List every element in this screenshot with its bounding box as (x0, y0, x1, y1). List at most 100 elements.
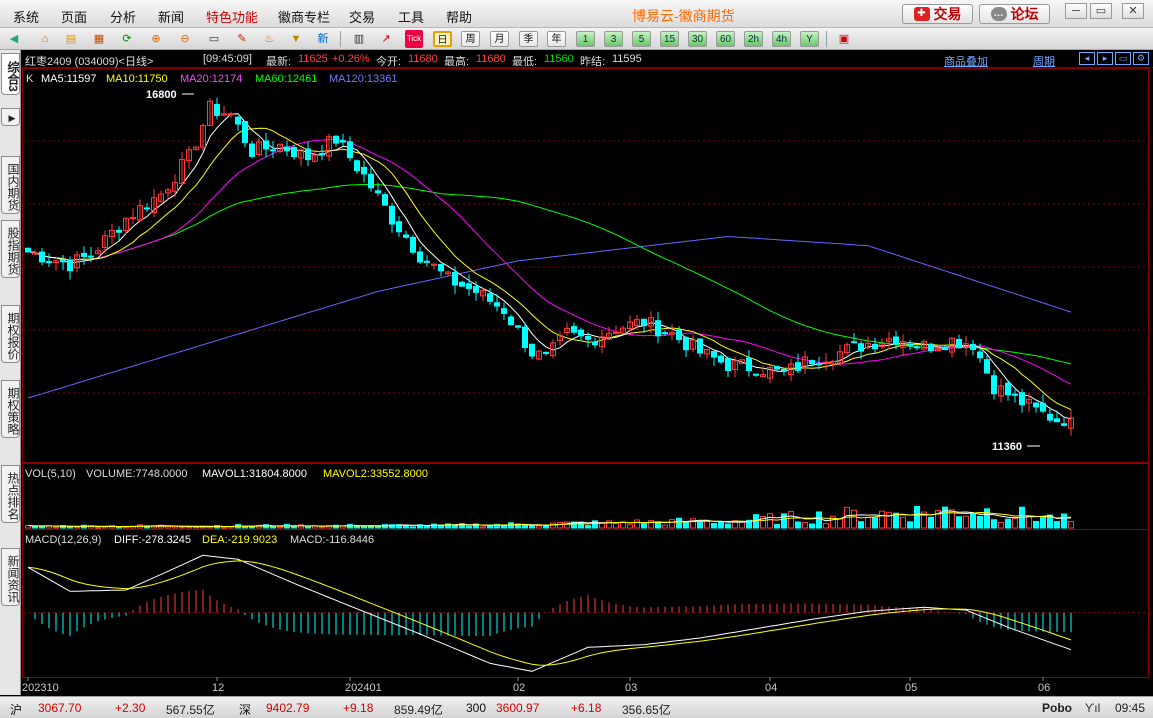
minimize-button[interactable]: ─ (1065, 3, 1087, 19)
volume-bar (536, 525, 542, 529)
close-button[interactable]: ✕ (1122, 3, 1144, 19)
menu-news[interactable]: 新闻 (158, 7, 184, 26)
volume-bar (116, 526, 122, 529)
candle-down (928, 343, 934, 351)
candle-down (291, 146, 297, 158)
scroll-right-icon[interactable]: ▸ (1097, 52, 1113, 65)
period-60min-button[interactable]: 60 (716, 31, 735, 47)
funnel-icon[interactable]: ▼ (287, 30, 305, 48)
period-week-button[interactable]: 周 (461, 31, 480, 47)
volume-bar (872, 517, 878, 529)
candle-down (340, 140, 346, 143)
period-15min-button[interactable]: 15 (660, 31, 679, 47)
settings-icon[interactable]: ⚙ (1133, 52, 1149, 65)
candle-down (515, 325, 521, 328)
candle-down (641, 318, 647, 327)
volume-bar (95, 526, 101, 529)
candle-down (459, 281, 465, 287)
sh-index-value: 3067.70 (38, 701, 82, 715)
volume-bar (1061, 513, 1067, 529)
sh-index-label: 沪 (10, 703, 23, 717)
tab-news-info[interactable]: 新闻资讯 (1, 548, 20, 606)
draw-line-icon[interactable]: ▭ (205, 30, 223, 48)
chart-line-icon[interactable]: ↗ (377, 30, 395, 48)
volume-bar (963, 515, 969, 529)
candle-down (1040, 402, 1046, 412)
zoom-out-icon[interactable]: ⊖ (176, 30, 194, 48)
high-price: 11680 (476, 53, 506, 65)
collapse-arrow-icon[interactable]: ▶ (1, 108, 20, 126)
volume-bar (291, 526, 297, 529)
candle-down (858, 343, 864, 352)
sz-index-change: +9.18 (343, 701, 374, 715)
expand-icon[interactable]: ▭ (1115, 52, 1131, 65)
menu-special-features[interactable]: 特色功能 (206, 7, 258, 26)
period-custom-button[interactable]: Y (800, 31, 819, 47)
bell-icon[interactable]: ♨ (260, 30, 278, 48)
tab-option-quotes[interactable]: 期权报价 (1, 305, 20, 363)
trade-button[interactable]: ✚ 交易 (902, 4, 973, 24)
volume-bar (424, 525, 430, 529)
back-arrow-icon[interactable]: ◀ (5, 30, 23, 48)
zoom-in-icon[interactable]: ⊕ (147, 30, 165, 48)
volume-bar (683, 521, 689, 529)
period-month-button[interactable]: 月 (490, 31, 509, 47)
quote-header: 红枣2409 (034009)<日线> [09:45:09] 最新: 11625… (22, 50, 1153, 68)
volume-bar (1054, 521, 1060, 529)
period-5min-button[interactable]: 5 (632, 31, 651, 47)
candle-down (81, 252, 87, 257)
overlay-commodity-link[interactable]: 商品叠加 (944, 53, 988, 69)
candle-down (417, 251, 423, 263)
period-link[interactable]: 周期 (1033, 53, 1055, 69)
menu-help[interactable]: 帮助 (446, 7, 472, 26)
volume-bar (613, 522, 619, 529)
pencil-icon[interactable]: ✎ (233, 30, 251, 48)
period-day-button[interactable]: 日 (433, 31, 452, 47)
period-2h-button[interactable]: 2h (744, 31, 763, 47)
ma120-path (27, 235, 1072, 399)
kline-chart[interactable]: 202310 12 202401 02 03 04 05 06 16800 11360 VOL… (22, 68, 1153, 695)
tab-hot-ranking[interactable]: 热点排名 (1, 465, 20, 523)
volume-bar (718, 521, 724, 529)
new-icon[interactable]: 新 (314, 30, 332, 48)
tick-button[interactable]: Tick (405, 30, 423, 48)
period-4h-button[interactable]: 4h (772, 31, 791, 47)
stack-icon[interactable]: ▤ (62, 30, 80, 48)
volume-bar (277, 526, 283, 529)
candle-down (655, 320, 661, 337)
tab-index-futures[interactable]: 股指期货 (1, 220, 20, 278)
volume-bars (25, 505, 1074, 529)
candle-down (1054, 418, 1060, 423)
volume-bar (67, 526, 73, 529)
menu-tools[interactable]: 工具 (398, 7, 424, 26)
toolbar-separator (340, 31, 341, 47)
menu-trade[interactable]: 交易 (349, 7, 375, 26)
candle-down (522, 326, 528, 349)
volume-bar (592, 520, 598, 529)
refresh-icon[interactable]: ⟳ (118, 30, 136, 48)
table-icon[interactable]: ▥ (350, 30, 368, 48)
tab-domestic-futures[interactable]: 国内期货 (1, 156, 20, 214)
period-3min-button[interactable]: 3 (604, 31, 623, 47)
tab-composite[interactable]: 综合3 (1, 53, 20, 95)
tab-option-strategy[interactable]: 期权策略 (1, 380, 20, 438)
menu-huishang-column[interactable]: 徽商专栏 (278, 7, 330, 26)
home-icon[interactable]: ⌂ (36, 30, 54, 48)
volume-bar (1026, 516, 1032, 529)
menu-analysis[interactable]: 分析 (110, 7, 136, 26)
layout-icon[interactable]: ▣ (835, 30, 853, 48)
period-1min-button[interactable]: 1 (576, 31, 595, 47)
forum-button[interactable]: … 论坛 (979, 4, 1050, 24)
scroll-left-icon[interactable]: ◂ (1079, 52, 1095, 65)
list-icon[interactable]: ▦ (90, 30, 108, 48)
diff-line (27, 554, 1072, 672)
maximize-button[interactable]: ▭ (1090, 3, 1112, 19)
period-quarter-button[interactable]: 季 (519, 31, 538, 47)
sz-index-amount: 859.49亿 (394, 703, 443, 717)
candle-down (354, 160, 360, 172)
menu-page[interactable]: 页面 (61, 7, 87, 26)
period-30min-button[interactable]: 30 (688, 31, 707, 47)
period-year-button[interactable]: 年 (547, 31, 566, 47)
menu-system[interactable]: 系统 (13, 7, 39, 26)
signal-icon: Ƴıl (1085, 701, 1101, 715)
